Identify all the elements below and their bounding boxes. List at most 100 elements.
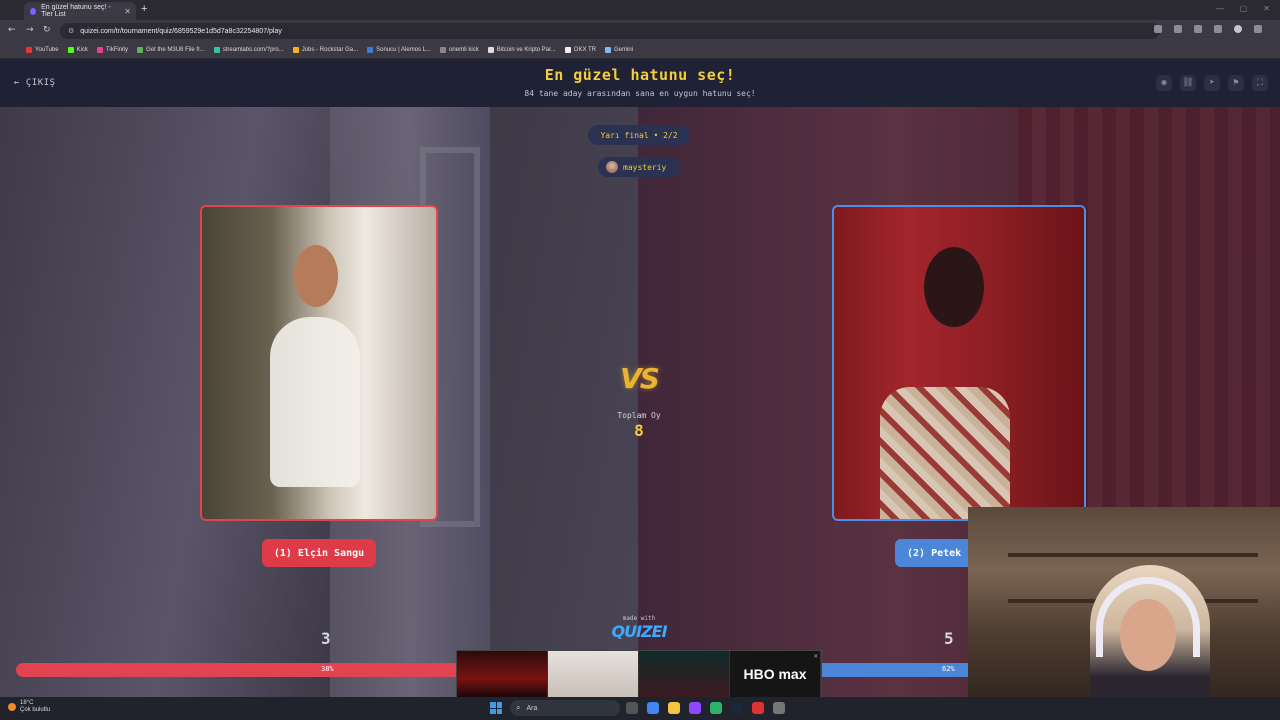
weather-icon [8, 703, 16, 711]
creator-name: maysteriy [623, 162, 667, 172]
vote-right-button[interactable]: (2) Petek [895, 539, 975, 567]
globe-icon [440, 47, 447, 53]
maximize-icon[interactable]: ▢ [1240, 4, 1248, 13]
quizei-logo: QUIZEI [611, 622, 667, 641]
task-view-icon[interactable] [626, 702, 638, 714]
tikfinity-icon [96, 47, 103, 53]
window-controls: — ▢ ✕ [1216, 4, 1270, 13]
extension-icon[interactable] [1174, 25, 1182, 33]
bookmark-item[interactable]: Sonucu | Alemos L... [367, 47, 431, 53]
total-votes-label: Toplam Oy [617, 411, 661, 420]
chrome-icon[interactable] [647, 702, 659, 714]
vote-count-right: 5 [944, 629, 954, 648]
vote-percent-left: 38% [321, 665, 334, 673]
page-icon [367, 47, 374, 53]
bookmark-star-icon[interactable] [1154, 25, 1162, 33]
search-icon: ⌕ [516, 703, 521, 712]
weather-temp: 18°C [20, 700, 34, 706]
bookmark-item[interactable]: YouTube [26, 47, 59, 53]
taskbar-apps [626, 702, 785, 714]
reload-icon[interactable]: ↻ [43, 25, 51, 35]
creator-badge[interactable]: maysteriy [598, 157, 680, 177]
vote-count-left: 3 [321, 629, 331, 648]
bookmarks-bar: YouTube Kick TikFinity Get the M3U8 File… [0, 42, 1280, 59]
bookmark-item[interactable]: Jobs - Rockstar Ga... [292, 47, 358, 53]
windows-start-icon[interactable] [490, 702, 502, 714]
bookmark-item[interactable]: streamlabs.com/?pro... [213, 47, 284, 53]
page-header: ← ÇIKIŞ En güzel hatunu seç! 84 tane ada… [0, 59, 1280, 107]
file-explorer-icon[interactable] [668, 702, 680, 714]
browser-toolbar: ← → ↻ ⚙ quizei.com/tr/tournament/quiz/68… [0, 20, 1280, 42]
browser-tab-strip: En güzel hatunu seç! - Tier List ✕ + — ▢… [0, 0, 1280, 20]
vote-bar-left [16, 663, 491, 677]
candidate-card-left[interactable] [200, 205, 438, 521]
bookmark-item[interactable]: Kick [67, 47, 88, 53]
page-title: En güzel hatunu seç! [544, 66, 736, 84]
minimize-icon[interactable]: — [1216, 4, 1224, 13]
new-tab-icon[interactable]: + [141, 3, 147, 15]
made-with-branding[interactable]: made with QUIZEI [608, 615, 670, 641]
taskbar-search[interactable]: ⌕ Ara [510, 700, 620, 716]
url-text: quizei.com/tr/tournament/quiz/6859529e1d… [80, 27, 282, 35]
close-tab-icon[interactable]: ✕ [124, 7, 131, 16]
os-taskbar: 18°C Çok bulutlu ⌕ Ara [0, 697, 1280, 720]
app-icon[interactable] [710, 702, 722, 714]
bookmark-item[interactable]: OKX TR [564, 47, 596, 53]
x-icon [487, 47, 494, 53]
bookmark-item[interactable]: Bitcoin ve Kripto Par... [487, 47, 556, 53]
taskbar-thumbnail-preview[interactable]: HBO max ✕ [456, 650, 822, 698]
address-bar[interactable]: ⚙ quizei.com/tr/tournament/quiz/6859529e… [60, 23, 1160, 39]
bookmark-item[interactable]: Gemini [605, 47, 633, 53]
page-subtitle: 84 tane aday arasından sana en uygun hat… [524, 89, 756, 98]
extension-icon[interactable] [1194, 25, 1202, 33]
back-icon[interactable]: ← [8, 25, 16, 35]
okx-icon [564, 47, 571, 53]
vote-left-button[interactable]: (1) Elçin Sangu [262, 539, 376, 567]
gemini-icon [605, 47, 612, 53]
bookmark-item[interactable]: onemli kick [440, 47, 479, 53]
kick-icon [67, 47, 74, 53]
rockstar-icon [292, 47, 299, 53]
steam-icon[interactable] [731, 702, 743, 714]
thumbnail-item[interactable] [457, 651, 548, 697]
profile-avatar-icon[interactable] [1234, 25, 1242, 33]
close-window-icon[interactable]: ✕ [1263, 4, 1270, 13]
bookmark-item[interactable]: TikFinity [96, 47, 128, 53]
vote-percent-right: 62% [942, 665, 955, 673]
thumbnail-item[interactable]: HBO max [730, 651, 821, 697]
app-icon[interactable] [689, 702, 701, 714]
downloads-icon[interactable] [1214, 25, 1222, 33]
menu-icon[interactable] [1254, 25, 1262, 33]
flag-icon[interactable]: ⚑ [1228, 75, 1244, 91]
settings-icon[interactable] [773, 702, 785, 714]
youtube-icon [26, 47, 32, 53]
candidate-photo-right [834, 207, 1084, 519]
thumbnail-item[interactable] [639, 651, 730, 697]
candidate-card-right[interactable] [832, 205, 1086, 521]
round-badge: Yarı final • 2/2 [588, 125, 690, 145]
fullscreen-icon[interactable]: ⛶ [1252, 75, 1268, 91]
streamlabs-icon [213, 47, 220, 53]
close-preview-icon[interactable]: ✕ [814, 652, 818, 660]
tab-title: En güzel hatunu seç! - Tier List [41, 4, 111, 18]
toolbar-icons [1154, 25, 1262, 33]
vs-icon: VS [620, 362, 660, 395]
obs-icon[interactable] [752, 702, 764, 714]
browser-tab[interactable]: En güzel hatunu seç! - Tier List ✕ [24, 2, 136, 20]
send-icon[interactable]: ➤ [1204, 75, 1220, 91]
avatar [606, 161, 618, 173]
site-favicon-icon [30, 7, 37, 15]
total-votes-value: 8 [634, 421, 644, 440]
link-icon[interactable]: ⛓ [1180, 75, 1196, 91]
made-with-label: made with [622, 615, 656, 622]
weather-desc: Çok bulutlu [20, 707, 51, 713]
site-info-icon[interactable]: ⚙ [68, 27, 74, 35]
eye-icon[interactable]: ◉ [1156, 75, 1172, 91]
webcam-overlay [968, 507, 1280, 720]
globe-icon [137, 47, 144, 53]
bookmark-item[interactable]: Get the M3U8 File fr... [137, 47, 205, 53]
thumbnail-item[interactable] [548, 651, 639, 697]
forward-icon[interactable]: → [26, 25, 34, 35]
header-actions: ◉ ⛓ ➤ ⚑ ⛶ [1156, 75, 1268, 91]
weather-widget[interactable]: 18°C Çok bulutlu [8, 700, 50, 714]
